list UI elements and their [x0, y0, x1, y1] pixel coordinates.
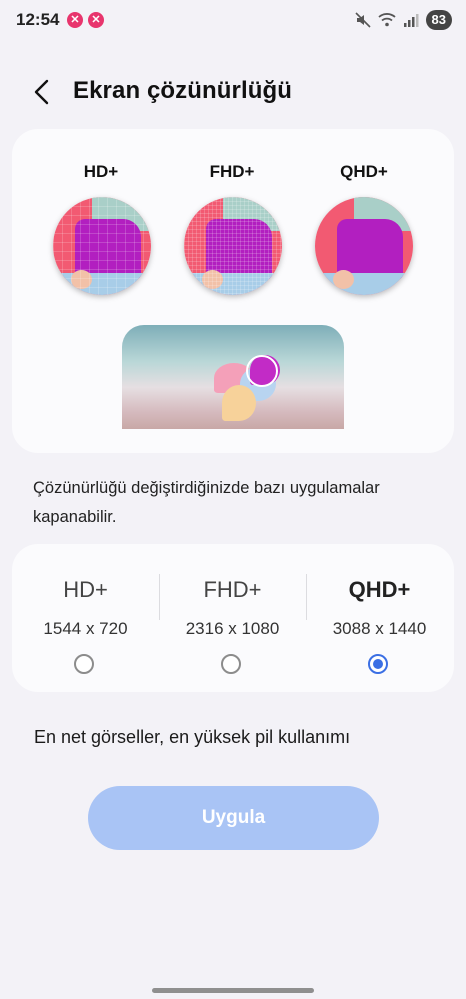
option-hd[interactable]: HD+ 1544 x 720: [12, 544, 159, 692]
signal-icon: [403, 14, 419, 27]
radio-hd[interactable]: [74, 654, 94, 674]
notification-app-icon: ✕: [88, 12, 104, 28]
page-header: Ekran çözünürlüğü: [0, 72, 466, 112]
option-qhd[interactable]: QHD+ 3088 x 1440: [306, 544, 453, 692]
option-fhd[interactable]: FHD+ 2316 x 1080: [159, 544, 306, 692]
resolution-options-card: HD+ 1544 x 720 FHD+ 2316 x 1080 QHD+ 308…: [12, 544, 454, 692]
option-name: HD+: [63, 577, 108, 602]
magnifier-lens-icon: [246, 355, 278, 387]
notification-app-icon: ✕: [67, 12, 83, 28]
home-indicator[interactable]: [152, 988, 314, 993]
preview-zoom-qhd: [315, 197, 413, 295]
back-button[interactable]: [30, 78, 54, 106]
radio-fhd[interactable]: [221, 654, 241, 674]
apply-button[interactable]: Uygula: [88, 786, 379, 850]
option-name: FHD+: [203, 577, 262, 602]
preview-zoom-fhd: [184, 197, 282, 295]
page-title: Ekran çözünürlüğü: [73, 77, 293, 104]
status-bar: 12:54 ✕ ✕ 83: [0, 0, 466, 40]
mute-icon: [354, 12, 371, 28]
option-resolution: 3088 x 1440: [332, 619, 427, 638]
preview-label-hd: HD+: [83, 162, 119, 181]
preview-zoom-hd: [53, 197, 151, 295]
option-resolution: 2316 x 1080: [185, 619, 280, 638]
option-name: QHD+: [348, 577, 411, 602]
notice-text: Çözünürlüğü değiştirdiğinizde bazı uygul…: [33, 479, 380, 526]
resolution-preview-card: HD+ FHD+ QHD+: [12, 129, 454, 453]
battery-level: 83: [425, 10, 452, 30]
wifi-icon: [377, 13, 396, 27]
option-description: En net görseller, en yüksek pil kullanım…: [34, 727, 351, 747]
preview-label-fhd: FHD+: [209, 162, 255, 181]
option-resolution: 1544 x 720: [43, 619, 128, 638]
radio-qhd[interactable]: [368, 654, 388, 674]
preview-image: [122, 325, 344, 429]
status-time: 12:54: [16, 10, 60, 29]
preview-label-qhd: QHD+: [340, 162, 388, 181]
